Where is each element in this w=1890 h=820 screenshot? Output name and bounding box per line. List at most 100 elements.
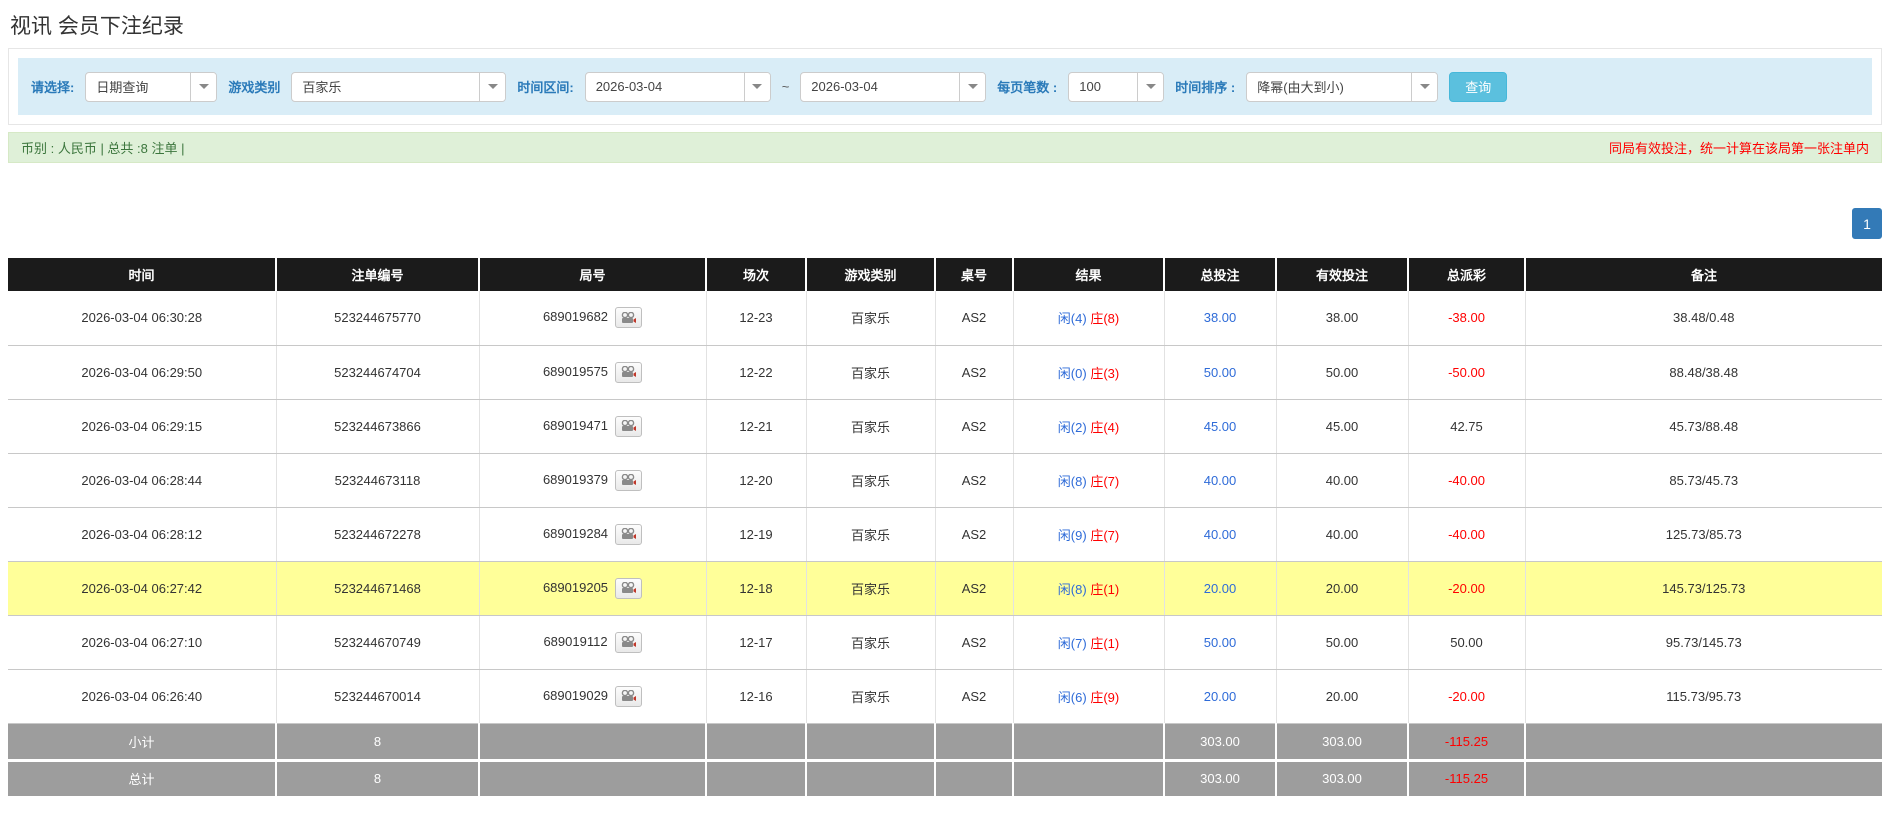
cell-result: 闲(2) 庄(4) — [1012, 399, 1164, 454]
date-start-value: 2026-03-04 — [595, 79, 663, 94]
time-sort-select[interactable]: 降幂(由大到小) — [1246, 71, 1439, 102]
game-type-value: 百家乐 — [302, 80, 342, 95]
table-row[interactable]: 2026-03-04 06:26:40 523244670014 689019029… — [8, 669, 1882, 724]
total-bet-link[interactable]: 50.00 — [1204, 365, 1237, 380]
cell-result: 闲(7) 庄(1) — [1012, 615, 1164, 670]
total-bet-link[interactable]: 45.00 — [1204, 419, 1237, 434]
subtotal-row: 小计 8 303.00 303.00 -115.25 — [8, 723, 1882, 762]
grandtotal-row-table-no-empty — [934, 760, 1013, 799]
cell-session: 12-18 — [705, 561, 806, 616]
table-row[interactable]: 2026-03-04 06:29:50 523244674704 689019575… — [8, 345, 1882, 400]
cell-game-type: 百家乐 — [805, 345, 935, 400]
header-time: 时间 — [8, 258, 276, 291]
filter-bar: 请选择: 日期查询 游戏类别 百家乐 时间区间: 2026-03-04 ~ 20… — [18, 58, 1872, 115]
table-row[interactable]: 2026-03-04 06:27:10 523244670749 689019112… — [8, 615, 1882, 670]
video-replay-button[interactable] — [615, 523, 643, 545]
grandtotal-row-count: 8 — [275, 760, 479, 799]
query-type-label: 请选择: — [31, 80, 75, 95]
cell-time: 2026-03-04 06:29:50 — [8, 345, 276, 400]
cell-valid-bet: 45.00 — [1275, 399, 1408, 454]
subtotal-row-payout: -115.25 — [1407, 723, 1525, 762]
page-size-value: 100 — [1079, 79, 1101, 94]
cell-round-id: 689019682 — [478, 291, 706, 346]
video-replay-button[interactable] — [615, 307, 643, 329]
result-banker: 庄(8) — [1090, 311, 1120, 327]
subtotal-row-valid-bet: 303.00 — [1275, 723, 1408, 762]
round-id-text: 689019682 — [542, 309, 609, 325]
table-header: 时间 注单编号 局号 场次 游戏类别 桌号 结果 总投注 有效投注 总派彩 备注 — [8, 258, 1882, 291]
page-size-label: 每页笔数 : — [997, 80, 1058, 95]
video-replay-button[interactable] — [615, 577, 643, 599]
round-id-text: 689019575 — [542, 363, 609, 379]
subtotal-row-total-bet: 303.00 — [1163, 723, 1276, 762]
cell-total-bet: 50.00 — [1163, 345, 1276, 400]
result-banker: 庄(7) — [1090, 527, 1120, 543]
result-player: 闲(8) — [1057, 473, 1087, 489]
video-replay-button[interactable] — [615, 469, 643, 491]
result-player: 闲(8) — [1057, 581, 1087, 597]
query-button[interactable]: 查询 — [1449, 71, 1508, 102]
cell-total-bet: 40.00 — [1163, 453, 1276, 508]
cell-bet-id: 523244672278 — [275, 507, 479, 562]
cell-round-id: 689019575 — [478, 345, 706, 400]
result-banker: 庄(1) — [1090, 635, 1120, 651]
table-body: 2026-03-04 06:30:28 523244675770 689019682… — [8, 291, 1882, 724]
video-replay-button[interactable] — [614, 631, 642, 653]
total-bet-link[interactable]: 50.00 — [1204, 635, 1237, 650]
table-row[interactable]: 2026-03-04 06:29:15 523244673866 689019471… — [8, 399, 1882, 454]
table-row[interactable]: 2026-03-04 06:27:42 523244671468 689019205… — [8, 561, 1882, 616]
cell-bet-id: 523244670014 — [275, 669, 479, 724]
chevron-down-icon — [1411, 72, 1438, 101]
cell-game-type: 百家乐 — [805, 399, 935, 454]
cell-payout: 50.00 — [1407, 615, 1525, 670]
cell-total-bet: 50.00 — [1163, 615, 1276, 670]
total-bet-link[interactable]: 20.00 — [1204, 689, 1237, 704]
video-replay-button[interactable] — [615, 361, 643, 383]
result-player: 闲(9) — [1057, 527, 1087, 543]
table-row[interactable]: 2026-03-04 06:28:12 523244672278 689019284… — [8, 507, 1882, 562]
cell-session: 12-17 — [705, 615, 806, 670]
total-bet-link[interactable]: 40.00 — [1204, 527, 1237, 542]
cell-session: 12-23 — [705, 291, 806, 346]
date-end-select[interactable]: 2026-03-04 — [800, 71, 987, 102]
cell-round-id: 689019029 — [478, 669, 706, 724]
game-type-select[interactable]: 百家乐 — [291, 71, 507, 102]
query-type-select[interactable]: 日期查询 — [85, 71, 218, 102]
cell-table-no: AS2 — [934, 345, 1013, 400]
cell-remark: 115.73/95.73 — [1524, 669, 1882, 724]
valid-bet-notice-text: 同局有效投注，统一计算在该局第一张注单内 — [1608, 141, 1869, 156]
cell-total-bet: 20.00 — [1163, 669, 1276, 724]
pagination-page-1[interactable]: 1 — [1852, 208, 1882, 239]
total-bet-link[interactable]: 20.00 — [1204, 581, 1237, 596]
cell-table-no: AS2 — [934, 453, 1013, 508]
cell-valid-bet: 40.00 — [1275, 453, 1408, 508]
cell-payout: -40.00 — [1407, 507, 1525, 562]
video-replay-icon — [621, 420, 637, 431]
page-size-select[interactable]: 100 — [1068, 71, 1165, 102]
cell-remark: 88.48/38.48 — [1524, 345, 1882, 400]
cell-bet-id: 523244674704 — [275, 345, 479, 400]
date-end-value: 2026-03-04 — [811, 79, 878, 94]
round-id-text: 689019029 — [542, 687, 609, 703]
subtotal-row-table-no-empty — [934, 723, 1013, 762]
currency-total-text: 币别 : 人民币 | 总共 :8 注单 | — [21, 141, 185, 156]
video-replay-button[interactable] — [615, 685, 643, 707]
total-bet-link[interactable]: 38.00 — [1204, 310, 1237, 325]
header-result: 结果 — [1012, 258, 1164, 291]
date-start-select[interactable]: 2026-03-04 — [584, 71, 771, 102]
cell-game-type: 百家乐 — [805, 615, 935, 670]
total-bet-link[interactable]: 40.00 — [1204, 473, 1237, 488]
cell-remark: 85.73/45.73 — [1524, 453, 1882, 508]
table-row[interactable]: 2026-03-04 06:30:28 523244675770 689019682… — [8, 291, 1882, 346]
header-valid-bet: 有效投注 — [1275, 258, 1408, 291]
summary-bar: 币别 : 人民币 | 总共 :8 注单 | 同局有效投注，统一计算在该局第一张注… — [8, 132, 1882, 163]
filter-panel: 请选择: 日期查询 游戏类别 百家乐 时间区间: 2026-03-04 ~ 20… — [8, 48, 1882, 125]
chevron-down-icon — [959, 72, 986, 101]
game-type-label: 游戏类别 — [228, 80, 281, 95]
header-total-bet: 总投注 — [1163, 258, 1276, 291]
cell-payout: -40.00 — [1407, 453, 1525, 508]
cell-payout: -20.00 — [1407, 669, 1525, 724]
table-row[interactable]: 2026-03-04 06:28:44 523244673118 689019379… — [8, 453, 1882, 508]
video-replay-button[interactable] — [615, 415, 643, 437]
cell-table-no: AS2 — [934, 615, 1013, 670]
